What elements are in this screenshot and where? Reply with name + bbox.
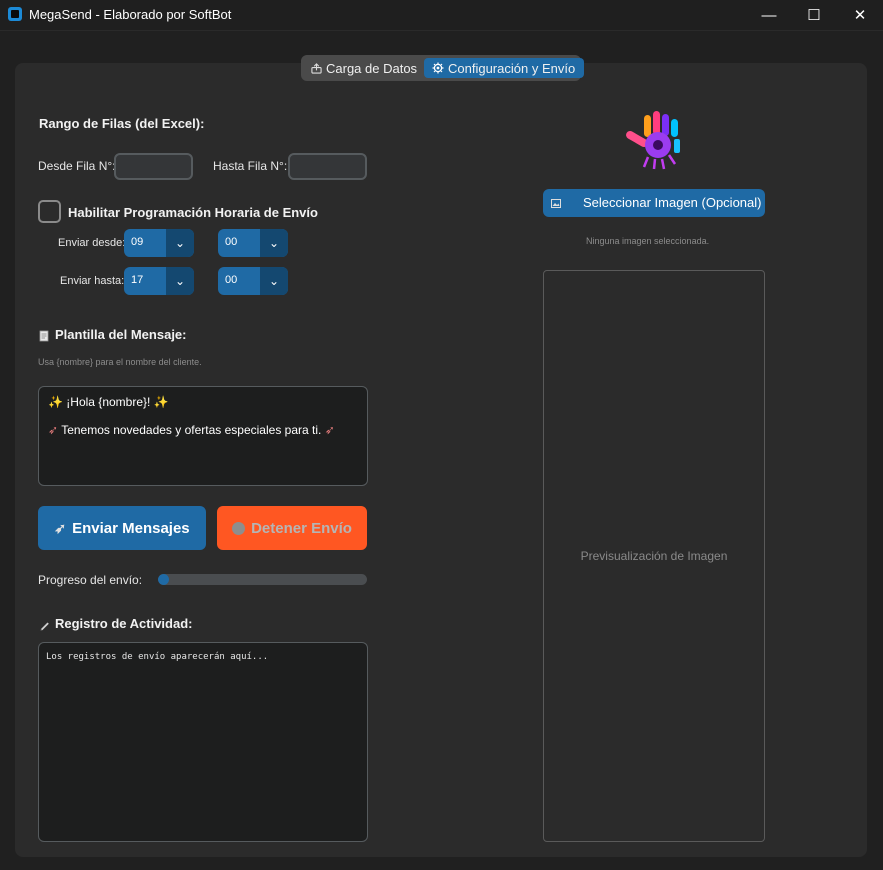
rocket-icon: ➶ xyxy=(324,423,335,437)
send-from-minute-select[interactable]: 00 ⌄ xyxy=(218,229,288,257)
gear-icon xyxy=(432,62,444,74)
upload-icon xyxy=(311,62,322,74)
template-line-1: ✨ ¡Hola {nombre}! ✨ xyxy=(48,395,169,409)
select-image-label: Seleccionar Imagen (Opcional) xyxy=(583,195,762,210)
minimize-icon: — xyxy=(761,6,777,24)
activity-log-heading: Registro de Actividad: xyxy=(55,616,193,631)
rocket-icon: ➶ xyxy=(54,519,67,536)
maximize-icon: ☐ xyxy=(807,7,821,24)
chevron-down-icon: ⌄ xyxy=(260,229,288,257)
softbot-hand-logo xyxy=(626,111,680,170)
activity-log-text: Los registros de envío aparecerán aquí..… xyxy=(46,652,269,662)
send-to-hour-value: 17 xyxy=(131,274,144,286)
picture-icon xyxy=(551,199,561,208)
memo-icon xyxy=(39,330,49,342)
progress-bar xyxy=(158,574,367,585)
pen-icon xyxy=(40,622,49,631)
progress-label: Progreso del envío: xyxy=(38,573,143,587)
sparkles-icon: ✨ xyxy=(48,395,63,409)
image-status: Ninguna imagen seleccionada. xyxy=(586,236,710,246)
image-preview: Previsualización de Imagen xyxy=(543,270,765,842)
to-row-label: Hasta Fila N°: xyxy=(213,159,288,173)
send-messages-label: Enviar Mensajes xyxy=(72,519,190,537)
template-line-2-text: Tenemos novedades y ofertas especiales p… xyxy=(61,423,322,437)
maximize-button[interactable]: ☐ xyxy=(791,0,837,30)
tab-label: Configuración y Envío xyxy=(448,60,576,76)
sparkles-icon: ✨ xyxy=(153,395,169,409)
send-to-hour-select[interactable]: 17 ⌄ xyxy=(124,267,194,295)
from-row-label: Desde Fila N°: xyxy=(38,159,116,173)
range-heading: Rango de Filas (del Excel): xyxy=(39,116,205,131)
tab-carga-de-datos[interactable]: Carga de Datos xyxy=(307,58,427,78)
send-from-hour-value: 09 xyxy=(131,236,144,248)
to-row-input[interactable] xyxy=(288,153,367,180)
chevron-down-icon: ⌄ xyxy=(166,267,194,295)
minimize-button[interactable]: — xyxy=(746,0,792,30)
send-to-minute-value: 00 xyxy=(225,274,238,286)
template-line-1-text: ¡Hola {nombre}! xyxy=(66,395,151,409)
schedule-checkbox[interactable] xyxy=(38,200,61,223)
rocket-icon: ➶ xyxy=(48,423,59,437)
send-to-label: Enviar hasta: xyxy=(60,275,125,287)
app-icon xyxy=(8,7,22,21)
send-from-label: Enviar desde: xyxy=(58,237,126,249)
tab-bar: Carga de Datos Configuración y Envío xyxy=(301,55,584,81)
schedule-checkbox-label: Habilitar Programación Horaria de Envío xyxy=(68,205,318,220)
send-from-minute-value: 00 xyxy=(225,236,238,248)
send-from-hour-select[interactable]: 09 ⌄ xyxy=(124,229,194,257)
window-title: MegaSend - Elaborado por SoftBot xyxy=(29,7,232,22)
chevron-down-icon: ⌄ xyxy=(260,267,288,295)
from-row-input[interactable] xyxy=(114,153,193,180)
message-template-textarea[interactable]: ✨ ¡Hola {nombre}! ✨ ➶ Tenemos novedades … xyxy=(38,386,368,486)
chevron-down-icon: ⌄ xyxy=(166,229,194,257)
send-messages-button[interactable]: ➶ Enviar Mensajes xyxy=(38,506,206,550)
stop-circle-icon xyxy=(232,521,246,535)
title-bar: MegaSend - Elaborado por SoftBot — ☐ ✕ xyxy=(0,0,883,31)
activity-log-textarea[interactable] xyxy=(38,642,368,842)
image-preview-placeholder: Previsualización de Imagen xyxy=(580,549,728,563)
tab-configuracion-y-envio[interactable]: Configuración y Envío xyxy=(424,58,584,78)
close-icon: ✕ xyxy=(853,7,867,24)
select-image-button[interactable]: Seleccionar Imagen (Opcional) xyxy=(543,189,765,217)
template-heading: Plantilla del Mensaje: xyxy=(55,327,187,342)
progress-fill xyxy=(158,574,169,585)
send-to-minute-select[interactable]: 00 ⌄ xyxy=(218,267,288,295)
stop-sending-button[interactable]: Detener Envío xyxy=(217,506,367,550)
close-button[interactable]: ✕ xyxy=(837,0,883,30)
tab-label: Carga de Datos xyxy=(326,60,418,76)
stop-sending-label: Detener Envío xyxy=(251,519,352,537)
template-line-2: ➶ Tenemos novedades y ofertas especiales… xyxy=(48,423,335,437)
template-hint: Usa {nombre} para el nombre del cliente. xyxy=(38,357,202,367)
